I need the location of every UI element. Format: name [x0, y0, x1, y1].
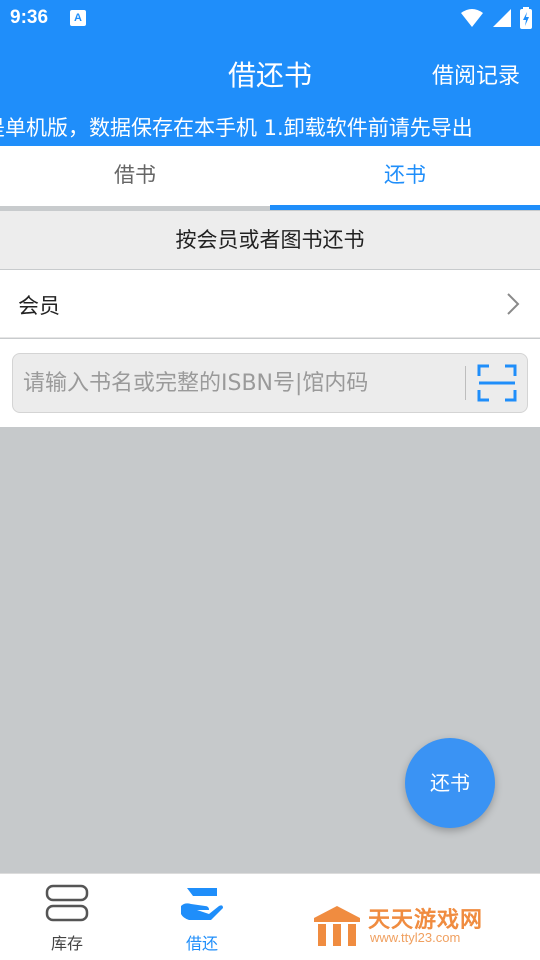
- tab-return[interactable]: 还书: [270, 146, 540, 210]
- search-divider: [465, 366, 466, 400]
- signal-icon: [493, 9, 511, 27]
- notice-text: 是单机版，数据保存在本手机 1.卸载软件前请先导出: [0, 116, 473, 140]
- watermark-logo-icon: [314, 906, 360, 946]
- system-icons: [460, 6, 532, 30]
- member-select-row[interactable]: 会员: [0, 270, 540, 338]
- return-book-button[interactable]: 还书: [405, 738, 495, 828]
- watermark: 天天游戏网 www.ttyl23.com: [312, 902, 512, 948]
- nav-item-inventory[interactable]: 库存: [7, 884, 127, 954]
- borrow-return-icon: [181, 888, 223, 920]
- scan-icon[interactable]: [477, 364, 517, 402]
- app-bar: 借还书 借阅记录: [0, 36, 540, 108]
- section-header: 按会员或者图书还书: [0, 211, 540, 269]
- borrow-records-button[interactable]: 借阅记录: [432, 58, 520, 90]
- wifi-icon: [461, 9, 483, 27]
- search-area: [0, 339, 540, 427]
- nav-label-borrow-return: 借还: [185, 934, 218, 953]
- search-box: [12, 353, 528, 413]
- watermark-url: www.ttyl23.com: [370, 930, 461, 945]
- battery-icon: [520, 7, 532, 29]
- nav-item-borrow-return[interactable]: 借还: [142, 884, 262, 954]
- nav-label-inventory: 库存: [50, 934, 83, 953]
- chevron-right-icon: [507, 293, 520, 315]
- notification-a-icon: A: [70, 10, 86, 26]
- status-bar: 9:36 A: [0, 0, 540, 36]
- tab-borrow[interactable]: 借书: [0, 146, 270, 206]
- status-time: 9:36: [10, 7, 49, 28]
- book-search-input[interactable]: [23, 362, 463, 404]
- tab-bar: 借书 还书: [0, 146, 540, 210]
- member-label: 会员: [18, 294, 60, 318]
- inventory-icon: [45, 884, 89, 922]
- notice-marquee: 是单机版，数据保存在本手机 1.卸载软件前请先导出: [0, 108, 540, 146]
